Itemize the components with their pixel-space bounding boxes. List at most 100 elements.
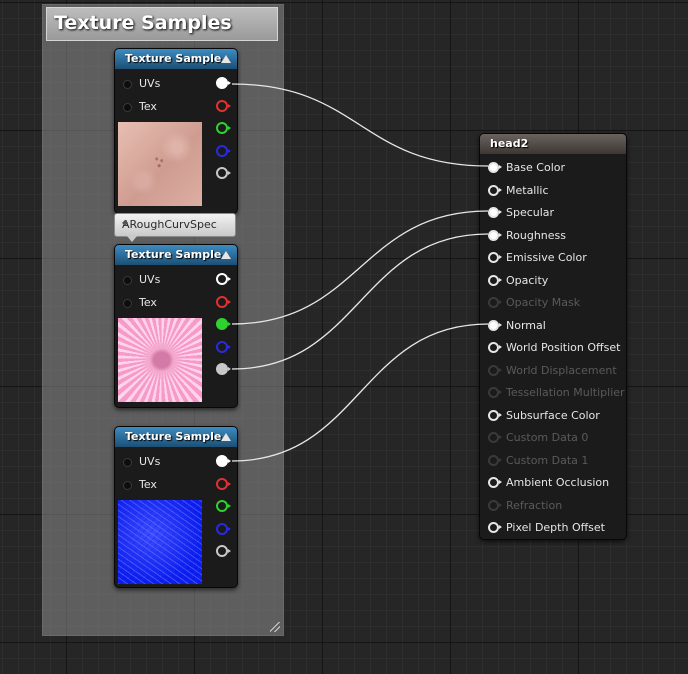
texture-thumbnail [118,122,202,206]
node-title: Texture Sample [125,430,222,443]
output-pin-rgb-icon[interactable] [216,77,231,89]
parameter-name-tag[interactable]: ARoughCurvSpec ◆ [114,213,236,242]
node-title: Texture Sample [125,52,222,65]
node-header[interactable]: head2 [480,134,626,154]
pin-label: Base Color [506,161,566,174]
pin-label: Tex [139,296,157,309]
comment-title: Texture Samples [54,12,232,34]
material-pin-metallic[interactable]: Metallic [480,183,624,199]
material-pin-world-displacement: World Displacement [480,363,624,379]
input-pin-icon[interactable] [123,276,132,285]
output-pin-r-icon[interactable] [216,296,231,308]
output-pin-a-icon[interactable] [216,363,231,375]
input-pin-icon [488,499,502,511]
material-pin-tessellation-multiplier: Tessellation Multiplier [480,385,625,401]
input-pin-icon[interactable] [488,319,502,331]
pin-label: Opacity Mask [506,296,581,309]
material-pin-custom-data-1: Custom Data 1 [480,453,624,469]
comment-header[interactable]: Texture Samples [46,7,278,41]
collapse-arrow-icon[interactable] [221,433,231,441]
material-pin-roughness[interactable]: Roughness [480,228,624,244]
pin-label: Tex [139,478,157,491]
material-node-head2[interactable]: head2 Base Color Metallic Specular Roughnes… [479,133,627,540]
input-pin-icon[interactable] [123,80,132,89]
pin-label: UVs [139,77,161,90]
collapse-arrow-icon[interactable] [221,55,231,63]
output-pin-rgb-icon[interactable] [216,273,231,285]
input-pin-tex[interactable]: Tex [115,99,235,115]
input-pin-icon[interactable] [488,184,502,196]
output-pin-b-icon[interactable] [216,145,231,157]
node-header[interactable]: Texture Sample [115,49,237,69]
input-pin-icon[interactable] [488,522,502,533]
texture-thumbnail [118,500,202,584]
pin-label: Subsurface Color [506,408,600,422]
input-pin-icon[interactable] [488,409,502,421]
pin-label: Pixel Depth Offset [506,521,605,534]
output-pin-g-icon[interactable] [216,122,231,134]
texture-sample-node-3[interactable]: Texture Sample UVs Tex [114,426,238,588]
texture-thumbnail [118,318,202,402]
pin-label: World Displacement [506,363,617,377]
output-pin-r-icon[interactable] [216,478,231,490]
input-pin-tex[interactable]: Tex [115,295,235,311]
pin-label: Specular [506,206,555,219]
pin-label: Metallic [506,183,549,197]
node-title: Texture Sample [125,248,222,261]
input-pin-icon[interactable] [123,299,132,308]
material-pin-opacity[interactable]: Opacity [480,273,624,289]
material-pin-subsurface-color[interactable]: Subsurface Color [480,408,624,424]
output-pin-r-icon[interactable] [216,100,231,112]
input-pin-icon [488,297,502,308]
output-pin-rgb-icon[interactable] [216,455,231,467]
material-pin-custom-data-0: Custom Data 0 [480,430,624,446]
material-pin-emissive-color[interactable]: Emissive Color [480,250,624,266]
input-pin-uvs[interactable]: UVs [115,272,235,288]
output-pin-a-icon[interactable] [216,167,231,179]
pin-label: Normal [506,318,546,332]
material-pin-pixel-depth-offset[interactable]: Pixel Depth Offset [480,520,624,536]
input-pin-icon[interactable] [488,207,502,218]
material-pin-ambient-occlusion[interactable]: Ambient Occlusion [480,475,624,491]
texture-sample-node-2[interactable]: Texture Sample UVs Tex [114,244,238,408]
material-pin-normal[interactable]: Normal [480,318,624,334]
pin-label: Tessellation Multiplier [506,386,625,399]
pin-label: Emissive Color [506,251,587,264]
input-pin-icon[interactable] [123,103,132,112]
collapse-arrow-icon[interactable] [221,251,231,259]
input-pin-uvs[interactable]: UVs [115,76,235,92]
output-pin-a-icon[interactable] [216,545,231,557]
node-header[interactable]: Texture Sample [115,245,237,265]
input-pin-icon[interactable] [488,229,502,241]
pin-label: Opacity [506,273,549,287]
output-pin-b-icon[interactable] [216,523,231,535]
pin-label: Custom Data 0 [506,431,589,444]
resize-grip-icon[interactable] [270,622,280,632]
material-pin-opacity-mask: Opacity Mask [480,295,624,311]
input-pin-icon[interactable] [488,477,502,488]
output-pin-g-icon[interactable] [216,318,231,330]
input-pin-icon [488,364,502,376]
input-pin-tex[interactable]: Tex [115,477,235,493]
node-header[interactable]: Texture Sample [115,427,237,447]
input-pin-icon[interactable] [488,162,502,173]
pin-label: World Position Offset [506,341,621,354]
material-pin-specular[interactable]: Specular [480,205,624,221]
input-pin-icon [488,432,502,443]
input-pin-icon[interactable] [123,481,132,490]
material-pin-base-color[interactable]: Base Color [480,160,624,176]
material-pin-refraction: Refraction [480,498,624,514]
output-pin-b-icon[interactable] [216,341,231,353]
pin-label: Refraction [506,498,563,512]
output-pin-g-icon[interactable] [216,500,231,512]
input-pin-icon[interactable] [488,342,502,353]
input-pin-icon[interactable] [488,252,502,263]
pin-icon[interactable]: ◆ [122,218,232,227]
pin-label: Ambient Occlusion [506,476,610,489]
pin-label: Custom Data 1 [506,453,589,467]
material-pin-world-position-offset[interactable]: World Position Offset [480,340,624,356]
input-pin-uvs[interactable]: UVs [115,454,235,470]
input-pin-icon[interactable] [123,458,132,467]
input-pin-icon[interactable] [488,274,502,286]
texture-sample-node-1[interactable]: Texture Sample UVs Tex [114,48,238,214]
